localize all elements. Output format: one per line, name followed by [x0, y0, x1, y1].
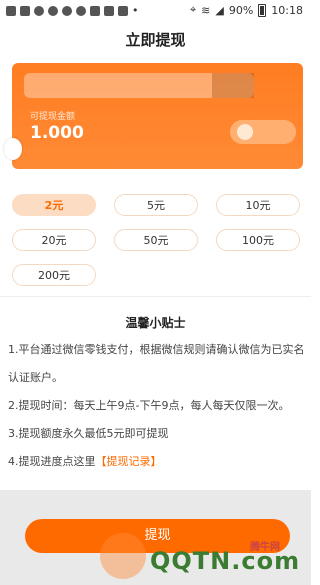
chat-notification-icon	[34, 5, 44, 16]
tips-title: 温馨小贴士	[125, 316, 186, 330]
tip-line-2: 2.提现时间：每天上午9点-下午9点，每人每天仅限一次。	[8, 399, 290, 412]
balance-label: 可提现金额	[30, 112, 76, 122]
withdraw-records-link[interactable]: 【提现记录】	[96, 455, 162, 468]
amount-option-10[interactable]: 10元	[216, 194, 300, 216]
tip-line-1: 1.平台通过微信零钱支付，根据微信规则请确认微信为已实名	[8, 343, 305, 356]
more-notifications-icon: •	[132, 4, 139, 17]
card-notch	[4, 138, 22, 160]
amount-option-100[interactable]: 100元	[216, 229, 300, 251]
battery-percent: 90%	[228, 3, 254, 17]
watermark-badge: 腾牛网	[250, 542, 280, 553]
amount-option-2[interactable]: 2元	[12, 194, 96, 216]
balance-card-body: 可提现金额 1.000	[12, 63, 303, 169]
app-notification-icon	[6, 5, 16, 16]
tip-line-3: 3.提现额度永久最低5元即可提现	[8, 427, 169, 440]
app-notification-icon	[118, 5, 128, 16]
chat-notification-icon	[48, 5, 58, 16]
amount-option-200[interactable]: 200元	[12, 264, 96, 286]
wifi-icon: ≋	[201, 3, 211, 17]
tip-line-4: 4.提现进度点这里【提现记录】	[8, 451, 306, 473]
amount-option-50[interactable]: 50元	[114, 229, 198, 251]
app-notification-icon	[90, 5, 100, 16]
app-notification-icon	[20, 5, 30, 16]
watermark-logo	[100, 533, 146, 579]
amount-option-5[interactable]: 5元	[114, 194, 198, 216]
card-decoration	[212, 73, 254, 98]
card-toggle[interactable]	[230, 120, 296, 144]
balance-card: 可提现金额 1.000	[12, 63, 303, 171]
chat-notification-icon	[62, 5, 72, 16]
balance-amount: 1.000	[30, 123, 84, 143]
amount-option-20[interactable]: 20元	[12, 229, 96, 251]
signal-icon: ◢	[215, 3, 224, 17]
status-bar: • ⌖ ≋ ◢ 90% 10:18	[0, 0, 311, 22]
clock: 10:18	[271, 3, 303, 17]
tip-line-1-cont: 认证账户。	[8, 371, 63, 384]
toggle-knob	[237, 124, 253, 140]
location-icon: ⌖	[189, 3, 197, 16]
battery-icon	[258, 3, 267, 17]
chat-notification-icon	[76, 5, 86, 16]
header: 立即提现	[0, 26, 311, 54]
tip-line-4-text: 4.提现进度点这里	[8, 455, 96, 468]
system-status: ⌖ ≋ ◢ 90% 10:18	[190, 3, 303, 17]
section-divider	[0, 296, 311, 297]
image-notification-icon	[104, 5, 114, 16]
page-title: 立即提现	[125, 31, 186, 49]
notification-icons: •	[6, 4, 139, 17]
